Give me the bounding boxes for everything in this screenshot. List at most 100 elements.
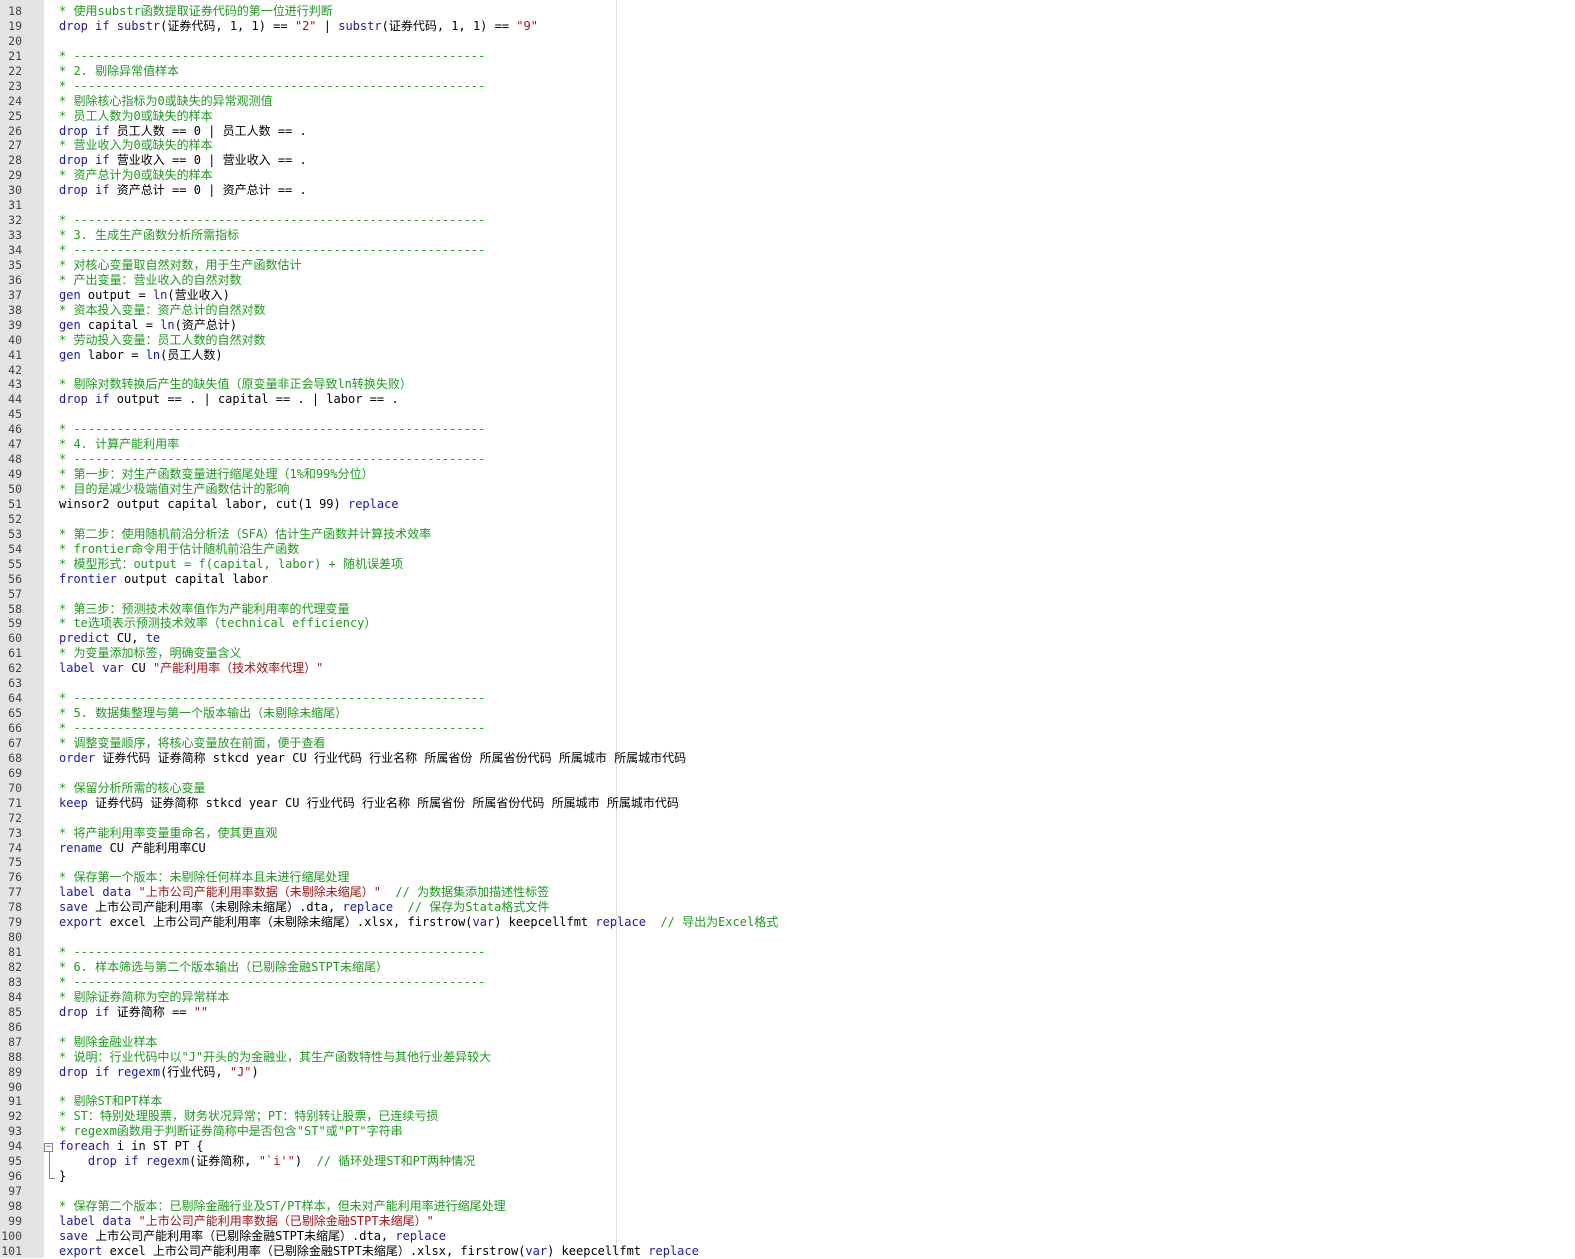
code-line[interactable]: 72	[0, 811, 1575, 826]
comment-token: * --------------------------------------…	[59, 945, 486, 960]
code-line[interactable]: 90	[0, 1080, 1575, 1095]
line-number: 24	[8, 93, 22, 108]
code-line[interactable]: 38 * 资本投入变量：资产总计的自然对数	[0, 303, 1575, 318]
code-line[interactable]: 89 drop if regexm(行业代码, "J")	[0, 1065, 1575, 1080]
code-line[interactable]: 81 * ------------------------------------…	[0, 945, 1575, 960]
code-line[interactable]: 86	[0, 1020, 1575, 1035]
line-number: 78	[8, 900, 22, 915]
code-line[interactable]: 61 * 为变量添加标签，明确变量含义	[0, 646, 1575, 661]
code-line[interactable]: 92 * ST：特别处理股票，财务状况异常；PT：特别转让股票，已连续亏损	[0, 1109, 1575, 1124]
code-line[interactable]: 84 * 剔除证券简称为空的异常样本	[0, 990, 1575, 1005]
line-number: 62	[8, 661, 22, 676]
line-number: 55	[8, 556, 22, 571]
line-number: 98	[8, 1199, 22, 1213]
code-line[interactable]: 65 * 5. 数据集整理与第一个版本输出（未剔除未缩尾）	[0, 706, 1575, 721]
code-line[interactable]: 57	[0, 587, 1575, 602]
code-line[interactable]: 83 * ------------------------------------…	[0, 975, 1575, 990]
code-line[interactable]: 87 * 剔除金融业样本	[0, 1035, 1575, 1050]
code-line[interactable]: 29 * 资产总计为0或缺失的样本	[0, 168, 1575, 183]
code-line[interactable]: 34 * ------------------------------------…	[0, 243, 1575, 258]
code-line[interactable]: 101 export excel 上市公司产能利用率（已剔除金融STPT未缩尾）.…	[0, 1244, 1575, 1259]
code-line[interactable]: 80	[0, 930, 1575, 945]
code-line[interactable]: 77 label data "上市公司产能利用率数据（未剔除未缩尾）" // 为数…	[0, 885, 1575, 900]
code-line[interactable]: 91 * 剔除ST和PT样本	[0, 1094, 1575, 1109]
code-line[interactable]: 36 * 产出变量：营业收入的自然对数	[0, 273, 1575, 288]
code-line[interactable]: 97	[0, 1184, 1575, 1199]
line-text: drop if regexm(行业代码, "J")	[59, 1065, 259, 1080]
code-line[interactable]: 26 drop if 员工人数 == 0 | 员工人数 == .	[0, 124, 1575, 139]
code-line[interactable]: 55 * 模型形式：output = f(capital, labor) + 随机…	[0, 557, 1575, 572]
code-line[interactable]: 30 drop if 资产总计 == 0 | 资产总计 == .	[0, 183, 1575, 198]
code-line[interactable]: 44 drop if output == . | capital == . | l…	[0, 392, 1575, 407]
string-token: "9"	[516, 18, 538, 33]
code-line[interactable]: 100 save 上市公司产能利用率（已剔除金融STPT未缩尾）.dta, rep…	[0, 1229, 1575, 1244]
code-line[interactable]: 73 * 将产能利用率变量重命名，使其更直观	[0, 826, 1575, 841]
code-line[interactable]: 99 label data "上市公司产能利用率数据（已剔除金融STPT未缩尾）"	[0, 1214, 1575, 1229]
code-line[interactable]: 45	[0, 407, 1575, 422]
code-line[interactable]: 74 rename CU 产能利用率CU	[0, 841, 1575, 856]
code-line[interactable]: 39 gen capital = ln(资产总计)	[0, 318, 1575, 333]
code-line[interactable]: 21 * ------------------------------------…	[0, 49, 1575, 64]
code-line[interactable]: 71 keep 证券代码 证券简称 stkcd year CU 行业代码 行业名称…	[0, 796, 1575, 811]
code-line[interactable]: 48 * ------------------------------------…	[0, 452, 1575, 467]
line-text: drop if 员工人数 == 0 | 员工人数 == .	[59, 124, 307, 139]
code-line[interactable]: 59 * te选项表示预测技术效率（technical efficiency）	[0, 616, 1575, 631]
code-editor[interactable]: 18 * 使用substr函数提取证券代码的第一位进行判断 19 drop if su…	[0, 4, 1575, 1259]
code-line[interactable]: 49 * 第一步：对生产函数变量进行缩尾处理（1%和99%分位）	[0, 467, 1575, 482]
line-text: * --------------------------------------…	[59, 691, 485, 706]
code-line[interactable]: 94 foreach i in ST PT {	[0, 1139, 1575, 1154]
fold-minus-icon[interactable]: −	[44, 1143, 53, 1153]
code-line[interactable]: 33 * 3. 生成生产函数分析所需指标	[0, 228, 1575, 243]
code-line[interactable]: 56 frontier output capital labor	[0, 572, 1575, 587]
code-line[interactable]: 54 * frontier命令用于估计随机前沿生产函数	[0, 542, 1575, 557]
line-number: 40	[8, 332, 22, 347]
code-line[interactable]: 79 export excel 上市公司产能利用率（未剔除未缩尾）.xlsx, f…	[0, 915, 1575, 930]
code-line[interactable]: 23 * ------------------------------------…	[0, 79, 1575, 94]
code-line[interactable]: 51 winsor2 output capital labor, cut(1 99…	[0, 497, 1575, 512]
code-line[interactable]: 40 * 劳动投入变量：员工人数的自然对数	[0, 333, 1575, 348]
code-line[interactable]: 53 * 第二步：使用随机前沿分析法（SFA）估计生产函数并计算技术效率	[0, 527, 1575, 542]
code-line[interactable]: 95 drop if regexm(证券简称, "`i'") // 循环处理ST…	[0, 1154, 1575, 1169]
code-line[interactable]: 78 save 上市公司产能利用率（未剔除未缩尾）.dta, replace //…	[0, 900, 1575, 915]
code-line[interactable]: 76 * 保存第一个版本：未剔除任何样本且未进行缩尾处理	[0, 870, 1575, 885]
code-line[interactable]: 20	[0, 34, 1575, 49]
code-line[interactable]: 58 * 第三步：预测技术效率值作为产能利用率的代理变量	[0, 602, 1575, 617]
code-line[interactable]: 35 * 对核心变量取自然对数，用于生产函数估计	[0, 258, 1575, 273]
code-line[interactable]: 85 drop if 证券简称 == ""	[0, 1005, 1575, 1020]
code-line[interactable]: 31	[0, 198, 1575, 213]
code-line[interactable]: 82 * 6. 样本筛选与第二个版本输出（已剔除金融STPT未缩尾）	[0, 960, 1575, 975]
code-line[interactable]: 22 * 2. 剔除异常值样本	[0, 64, 1575, 79]
code-line[interactable]: 67 * 调整变量顺序，将核心变量放在前面，便于查看	[0, 736, 1575, 751]
code-line[interactable]: 93 * regexm函数用于判断证券简称中是否包含"ST"或"PT"字符串	[0, 1124, 1575, 1139]
code-line[interactable]: 24 * 剔除核心指标为0或缺失的异常观测值	[0, 94, 1575, 109]
code-line[interactable]: 46 * ------------------------------------…	[0, 422, 1575, 437]
code-line[interactable]: 62 label var CU "产能利用率（技术效率代理）"	[0, 661, 1575, 676]
code-line[interactable]: 41 gen labor = ln(员工人数)	[0, 348, 1575, 363]
code-line[interactable]: 60 predict CU, te	[0, 631, 1575, 646]
code-line[interactable]: 28 drop if 营业收入 == 0 | 营业收入 == .	[0, 153, 1575, 168]
code-line[interactable]: 68 order 证券代码 证券简称 stkcd year CU 行业代码 行业名…	[0, 751, 1575, 766]
code-line[interactable]: 52	[0, 512, 1575, 527]
code-line[interactable]: 42	[0, 363, 1575, 378]
code-line[interactable]: 19 drop if substr(证券代码, 1, 1) == "2" | su…	[0, 19, 1575, 34]
code-line[interactable]: 75	[0, 855, 1575, 870]
code-line[interactable]: 63	[0, 676, 1575, 691]
line-number: 26	[8, 123, 22, 138]
code-line[interactable]: 69	[0, 766, 1575, 781]
code-line[interactable]: 70 * 保留分析所需的核心变量	[0, 781, 1575, 796]
code-line[interactable]: 50 * 目的是减少极端值对生产函数估计的影响	[0, 482, 1575, 497]
code-line[interactable]: 98 * 保存第二个版本：已剔除金融行业及ST/PT样本，但未对产能利用率进行缩尾…	[0, 1199, 1575, 1214]
code-line[interactable]: 66 * ------------------------------------…	[0, 721, 1575, 736]
code-line[interactable]: 27 * 营业收入为0或缺失的样本	[0, 138, 1575, 153]
code-line[interactable]: 37 gen output = ln(营业收入)	[0, 288, 1575, 303]
code-line[interactable]: 18 * 使用substr函数提取证券代码的第一位进行判断	[0, 4, 1575, 19]
line-text: * 3. 生成生产函数分析所需指标	[59, 228, 239, 243]
code-line[interactable]: 47 * 4. 计算产能利用率	[0, 437, 1575, 452]
code-line[interactable]: 88 * 说明：行业代码中以"J"开头的为金融业，其生产函数特性与其他行业差异较大	[0, 1050, 1575, 1065]
code-line[interactable]: 96}	[0, 1169, 1575, 1184]
code-line[interactable]: 64 * ------------------------------------…	[0, 691, 1575, 706]
code-line[interactable]: 25 * 员工人数为0或缺失的样本	[0, 109, 1575, 124]
code-line[interactable]: 43 * 剔除对数转换后产生的缺失值（原变量非正会导致ln转换失败）	[0, 377, 1575, 392]
code-line[interactable]: 32 * ------------------------------------…	[0, 213, 1575, 228]
